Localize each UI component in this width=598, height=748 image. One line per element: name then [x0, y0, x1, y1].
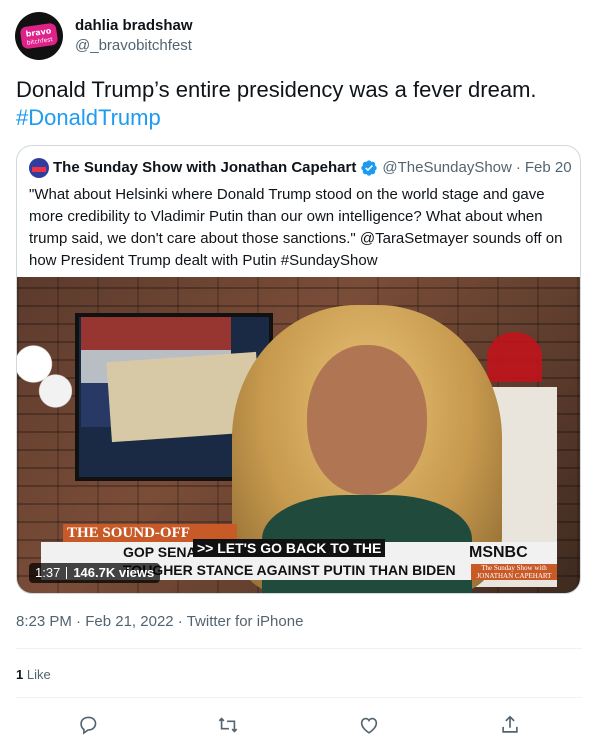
tweet-date[interactable]: Feb 21, 2022	[85, 613, 173, 630]
tweet-time[interactable]: 8:23 PM	[16, 613, 72, 630]
like-count-row[interactable]: 1 Like	[16, 665, 51, 685]
quoted-tweet-text: "What about Helsinki where Donald Trump …	[29, 186, 563, 269]
author-names: dahlia bradshaw @_bravobitchfest	[75, 16, 193, 56]
tweet-header: bravo bitchfest dahlia bradshaw @_bravob…	[15, 12, 193, 60]
like-label: Like	[26, 667, 51, 682]
video-flowers	[17, 337, 72, 427]
tweet-body: Donald Trump’s entire presidency was a f…	[16, 77, 537, 102]
tweet-metadata: 8:23 PM · Feb 21, 2022 · Twitter for iPh…	[16, 612, 303, 632]
avatar-logo-icon: bravo bitchfest	[20, 23, 58, 49]
quoted-display-name[interactable]: The Sunday Show with Jonathan Capehart	[53, 158, 356, 178]
separator-dot: ·	[515, 159, 521, 176]
like-icon[interactable]	[358, 714, 380, 736]
share-icon[interactable]	[499, 714, 521, 736]
retweet-icon[interactable]	[217, 714, 239, 736]
action-bar	[0, 706, 598, 740]
pill-separator	[66, 567, 68, 579]
video-stats-pill: 1:37 146.7K views	[29, 563, 161, 583]
video-duration: 1:37	[35, 565, 61, 580]
meta-dot: ·	[177, 613, 187, 630]
quoted-avatar[interactable]	[29, 158, 49, 178]
video-player[interactable]: THE SOUND-OFF GOP SENATOR CLAIMS TRUMP T…	[17, 277, 580, 593]
author-display-name[interactable]: dahlia bradshaw	[75, 16, 193, 36]
show-bug-line-1: The Sunday Show with	[481, 564, 547, 572]
quoted-tweet[interactable]: The Sunday Show with Jonathan Capehart @…	[16, 145, 581, 594]
closed-caption: >> LET'S GO BACK TO THE	[193, 539, 386, 557]
verified-icon	[360, 159, 378, 177]
divider	[16, 648, 582, 649]
video-views: 146.7K views	[73, 565, 155, 580]
headline-line-2: TOUGHER STANCE AGAINST PUTIN THAN BIDEN	[123, 562, 456, 578]
quoted-date[interactable]: Feb 20	[525, 158, 572, 178]
quoted-handle[interactable]: @TheSundayShow	[382, 158, 511, 178]
network-logo: MSNBC	[469, 544, 528, 561]
tweet-source[interactable]: Twitter for iPhone	[187, 613, 304, 630]
divider	[16, 697, 582, 698]
reply-icon[interactable]	[77, 714, 99, 736]
avatar[interactable]: bravo bitchfest	[15, 12, 63, 60]
show-bug-line-2: JONATHAN CAPEHART	[476, 572, 552, 580]
hashtag-link[interactable]: #DonaldTrump	[16, 105, 161, 130]
show-bug: The Sunday Show with JONATHAN CAPEHART	[471, 564, 557, 580]
like-count: 1	[16, 667, 24, 682]
meta-dot: ·	[76, 613, 86, 630]
author-handle[interactable]: @_bravobitchfest	[75, 36, 193, 56]
quoted-tweet-header: The Sunday Show with Jonathan Capehart @…	[29, 158, 572, 178]
tweet-text: Donald Trump’s entire presidency was a f…	[16, 76, 582, 132]
